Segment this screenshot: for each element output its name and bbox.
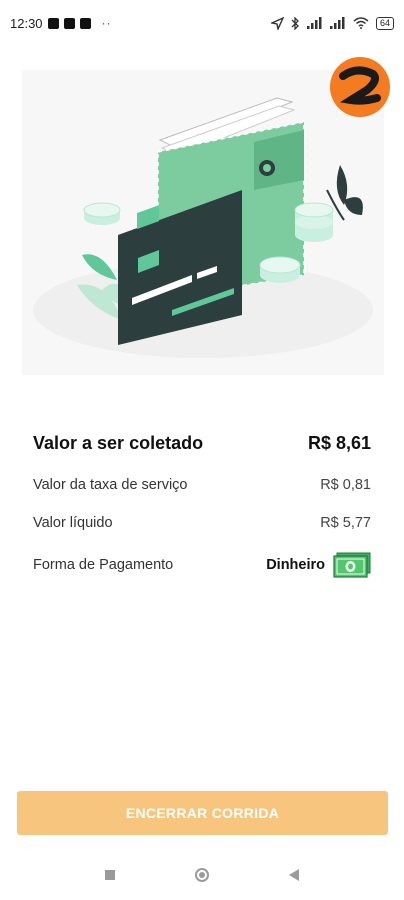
net-label: Valor líquido <box>33 515 113 531</box>
notification-icon <box>47 17 59 29</box>
wifi-icon <box>353 17 369 29</box>
status-bar: 12:30 ·· 64 <box>0 0 404 46</box>
notification-icon <box>79 17 91 29</box>
notification-icon <box>63 17 75 29</box>
net-row: Valor líquido R$ 5,77 <box>33 512 371 534</box>
coin-stack-icon <box>294 202 334 242</box>
net-value: R$ 5,77 <box>320 515 371 531</box>
status-bar-right: 64 <box>270 16 394 30</box>
fee-value: R$ 0,81 <box>320 477 371 493</box>
recent-apps-icon[interactable] <box>105 870 115 880</box>
overflow-indicator: ·· <box>101 16 112 30</box>
payment-label: Forma de Pagamento <box>33 557 174 573</box>
collect-label: Valor a ser coletado <box>33 432 204 453</box>
status-time: 12:30 <box>10 15 43 31</box>
finish-ride-button[interactable]: ENCERRAR CORRIDA <box>17 791 388 835</box>
signal-icon <box>306 17 322 29</box>
fee-label: Valor da taxa de serviço <box>33 477 188 493</box>
back-icon[interactable] <box>289 869 299 881</box>
collect-row: Valor a ser coletado R$ 8,61 <box>33 430 371 456</box>
app-logo <box>330 57 390 117</box>
payment-value: Dinheiro <box>266 557 325 573</box>
signal-icon <box>329 17 345 29</box>
status-bar-left: 12:30 ·· <box>10 16 112 31</box>
navigation-bar <box>0 850 404 900</box>
fee-row: Valor da taxa de serviço R$ 0,81 <box>33 474 371 496</box>
home-icon[interactable] <box>195 868 209 882</box>
payment-method: Dinheiro <box>266 552 371 578</box>
payment-row: Forma de Pagamento Dinheiro <box>33 550 371 580</box>
collect-value: R$ 8,61 <box>307 432 371 453</box>
bluetooth-icon <box>291 16 299 30</box>
cash-icon <box>333 552 371 578</box>
navigation-icon <box>270 16 284 30</box>
battery-icon: 64 <box>375 16 394 30</box>
